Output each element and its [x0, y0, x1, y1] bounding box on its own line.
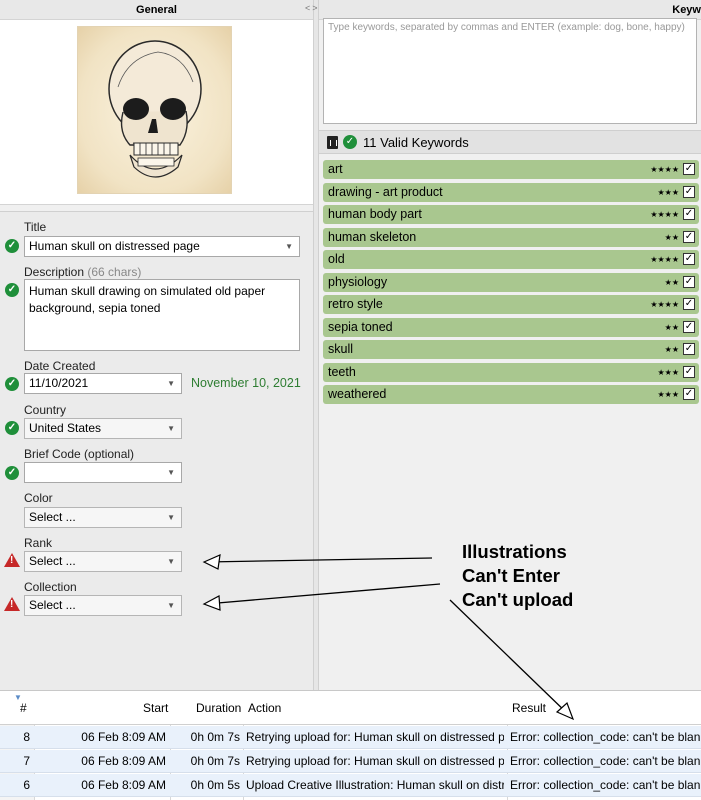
annotation-line-2: Can't Enter: [462, 565, 560, 586]
annotation-note: Illustrations Can't Enter Can't upload: [462, 540, 573, 612]
annotation-line-1: Illustrations: [462, 541, 567, 562]
annotation-arrows: [202, 554, 575, 721]
app-window: General Title ✓ Human skull on distresse…: [0, 0, 701, 800]
annotation-line-3: Can't upload: [462, 589, 574, 610]
